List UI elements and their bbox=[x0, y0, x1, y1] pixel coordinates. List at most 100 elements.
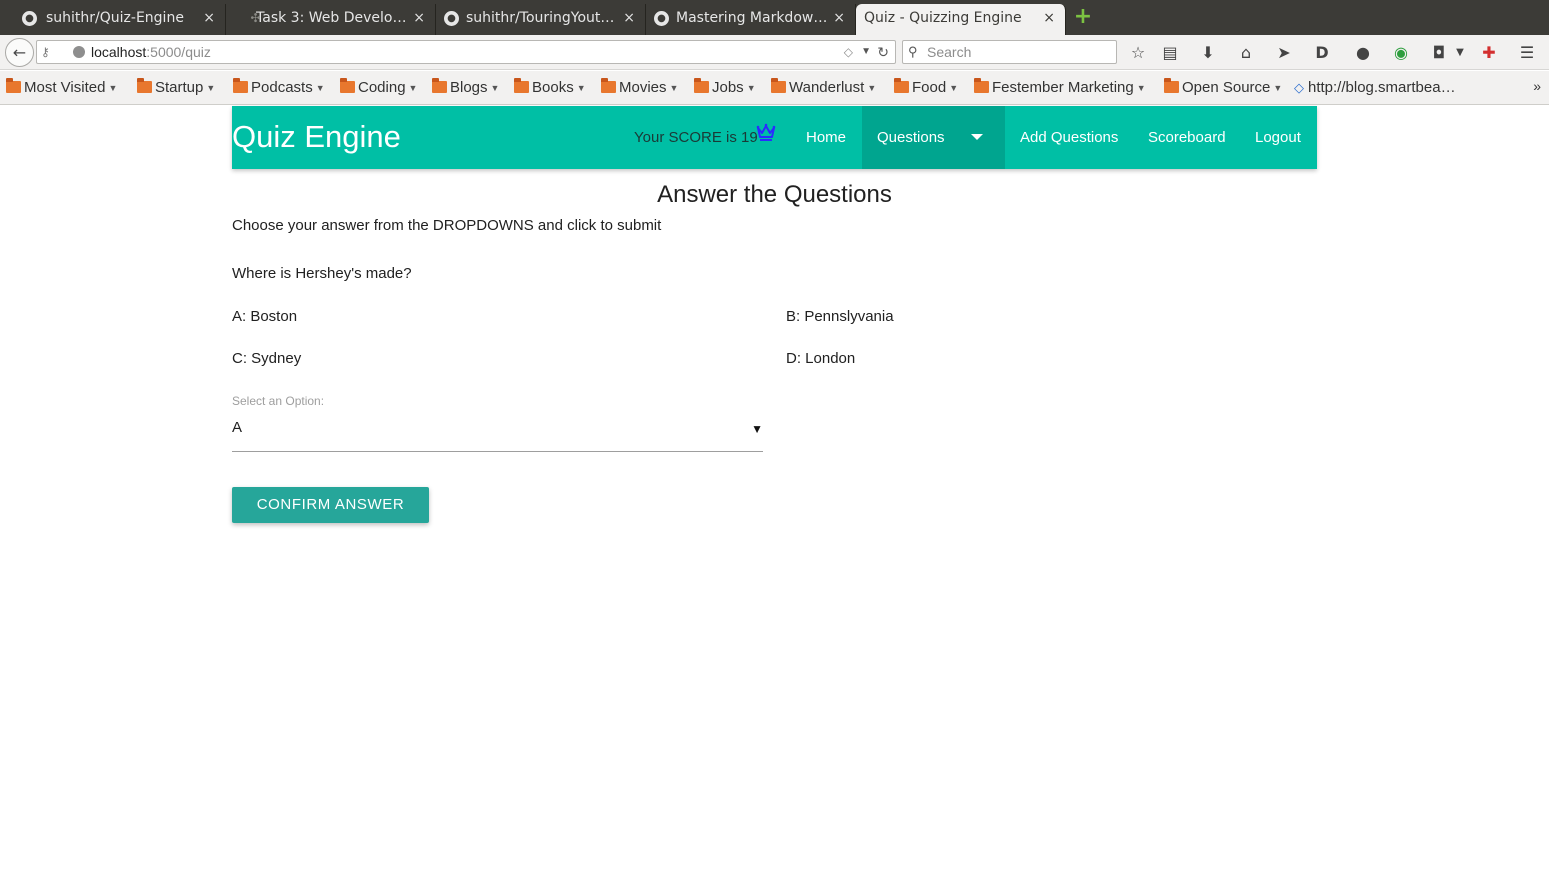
confirm-answer-button[interactable]: CONFIRM ANSWER bbox=[232, 487, 429, 523]
bookmark-folder[interactable]: Books ▼ bbox=[514, 78, 586, 97]
bookmark-folder[interactable]: Podcasts ▼ bbox=[233, 78, 325, 97]
reload-icon[interactable]: ↻ bbox=[877, 41, 889, 63]
folder-icon bbox=[694, 78, 709, 93]
bookmark-label: Movies bbox=[619, 79, 667, 96]
nav-logout[interactable]: Logout bbox=[1240, 106, 1316, 169]
bookmark-folder[interactable]: Coding ▼ bbox=[340, 78, 417, 97]
bookmark-folder[interactable]: Wanderlust ▼ bbox=[771, 78, 876, 97]
nav-home[interactable]: Home bbox=[791, 106, 861, 169]
question-text: Where is Hershey's made? bbox=[232, 265, 412, 282]
extension-green-icon[interactable]: ◉ bbox=[1391, 43, 1411, 63]
chevron-down-icon: ▼ bbox=[1273, 83, 1283, 93]
chevron-down-icon[interactable]: ▼ bbox=[861, 41, 871, 63]
chevron-down-icon: ▼ bbox=[669, 83, 679, 93]
bookmark-label: Festember Marketing bbox=[992, 79, 1134, 96]
bookmark-label: Startup bbox=[155, 79, 204, 96]
chevron-down-icon: ▼ bbox=[746, 83, 756, 93]
bookmark-label: Open Source bbox=[1182, 79, 1271, 96]
bookmark-most-visited[interactable]: Most Visited ▼ bbox=[6, 78, 118, 97]
browser-tab[interactable]: ● suhithr/Quiz-Engine × bbox=[0, 4, 226, 35]
option-c: C: Sydney bbox=[232, 350, 302, 367]
bookmark-label: Food bbox=[912, 79, 947, 96]
browser-tab[interactable]: ● Mastering Markdow… × bbox=[646, 4, 856, 35]
bookmark-folder[interactable]: Jobs ▼ bbox=[694, 78, 756, 97]
nav-questions-dropdown[interactable]: Questions bbox=[862, 106, 1005, 169]
browser-tab-active[interactable]: Quiz - Quizzing Engine × bbox=[856, 4, 1066, 35]
bookmark-folder[interactable]: Movies ▼ bbox=[601, 78, 679, 97]
chevron-down-icon: ▼ bbox=[949, 83, 959, 93]
chevron-down-icon: ▼ bbox=[1136, 83, 1146, 93]
search-icon: ⚲ bbox=[908, 44, 918, 59]
folder-icon bbox=[601, 78, 616, 93]
bookmark-label: Wanderlust bbox=[789, 79, 865, 96]
send-icon[interactable]: ➤ bbox=[1274, 43, 1294, 63]
option-a: A: Boston bbox=[232, 308, 298, 325]
answer-select[interactable]: A ▼ bbox=[232, 416, 763, 452]
bookmark-label: http://blog.smartbea… bbox=[1308, 79, 1456, 96]
site-header: Quiz Engine Your SCORE is 19 Home Questi… bbox=[232, 106, 1317, 169]
tab-title: Task 3: Web Develo… bbox=[256, 10, 406, 26]
close-icon[interactable]: × bbox=[203, 4, 215, 32]
pocket-icon[interactable]: ◇ bbox=[844, 41, 853, 63]
bookmark-label: Podcasts bbox=[251, 79, 313, 96]
chevron-right-icon[interactable]: » bbox=[1533, 78, 1541, 94]
crown-icon bbox=[756, 123, 776, 141]
browser-tab[interactable]: ● suhithr/TouringYout… × bbox=[436, 4, 646, 35]
chevron-down-icon: ▼ bbox=[315, 83, 325, 93]
select-label: Select an Option: bbox=[232, 394, 325, 408]
caret-down-icon bbox=[970, 134, 983, 140]
chat-icon[interactable]: ● bbox=[1353, 43, 1373, 63]
bookmark-label: Blogs bbox=[450, 79, 488, 96]
extension-d-icon[interactable]: D bbox=[1312, 43, 1332, 63]
download-icon[interactable]: ⬇ bbox=[1198, 43, 1218, 63]
folder-icon bbox=[233, 78, 248, 93]
nav-scoreboard[interactable]: Scoreboard bbox=[1133, 106, 1241, 169]
folder-icon bbox=[514, 78, 529, 93]
reading-list-icon[interactable]: ▤ bbox=[1160, 43, 1180, 63]
pocket-icon[interactable]: ◘ bbox=[1429, 43, 1449, 63]
url-text[interactable]: localhost:5000/quiz bbox=[91, 41, 211, 63]
nav-questions-label: Questions bbox=[877, 129, 945, 146]
url-host: localhost bbox=[91, 44, 147, 60]
folder-icon bbox=[974, 78, 989, 93]
bookmark-label: Books bbox=[532, 79, 574, 96]
folder-icon bbox=[894, 78, 909, 93]
plus-extension-icon[interactable]: ✚ bbox=[1479, 43, 1499, 63]
url-bar[interactable]: ⚷ localhost:5000/quiz ◇ ▼ ↻ bbox=[36, 40, 896, 64]
chevron-down-icon: ▼ bbox=[576, 83, 586, 93]
new-tab-icon[interactable]: + bbox=[1073, 6, 1093, 28]
globe-icon bbox=[73, 46, 85, 58]
score-text: Your SCORE is 19 bbox=[634, 129, 758, 146]
browser-tab[interactable]: ✣ Task 3: Web Develo… × bbox=[226, 4, 436, 35]
folder-icon bbox=[1164, 78, 1179, 93]
chevron-down-icon[interactable]: ▼ bbox=[1450, 43, 1470, 63]
menu-icon[interactable]: ☰ bbox=[1517, 43, 1537, 63]
bookmark-folder[interactable]: Food ▼ bbox=[894, 78, 959, 97]
close-icon[interactable]: × bbox=[1043, 4, 1055, 32]
chevron-down-icon: ▼ bbox=[108, 83, 118, 93]
close-icon[interactable]: × bbox=[623, 4, 635, 32]
back-icon[interactable]: ← bbox=[5, 38, 34, 67]
nav-add-questions[interactable]: Add Questions bbox=[1005, 106, 1133, 169]
bookmark-folder[interactable]: Open Source ▼ bbox=[1164, 78, 1283, 97]
home-icon[interactable]: ⌂ bbox=[1236, 43, 1256, 63]
chevron-down-icon: ▼ bbox=[206, 83, 216, 93]
bookmarks-bar: Most Visited ▼ Startup ▼ Podcasts ▼ Coding ▼… bbox=[0, 71, 1549, 105]
bookmark-label: Most Visited bbox=[24, 79, 106, 96]
option-d: D: London bbox=[786, 350, 856, 367]
folder-icon bbox=[771, 78, 786, 93]
brand-logo[interactable]: Quiz Engine bbox=[232, 119, 401, 155]
search-input[interactable]: ⚲ Search bbox=[902, 40, 1117, 64]
bookmark-folder[interactable]: Startup ▼ bbox=[137, 78, 216, 97]
star-icon[interactable]: ☆ bbox=[1128, 43, 1148, 63]
folder-icon bbox=[340, 78, 355, 93]
close-icon[interactable]: × bbox=[413, 4, 425, 32]
folder-icon bbox=[137, 78, 152, 93]
close-icon[interactable]: × bbox=[833, 4, 845, 32]
bookmark-folder[interactable]: Blogs ▼ bbox=[432, 78, 499, 97]
tab-title: Mastering Markdow… bbox=[676, 10, 828, 26]
bookmark-folder[interactable]: Festember Marketing ▼ bbox=[974, 78, 1146, 97]
page-title: Answer the Questions bbox=[657, 181, 892, 208]
bookmark-link[interactable]: ◇ http://blog.smartbea… bbox=[1294, 79, 1456, 97]
selected-value: A bbox=[232, 419, 243, 436]
